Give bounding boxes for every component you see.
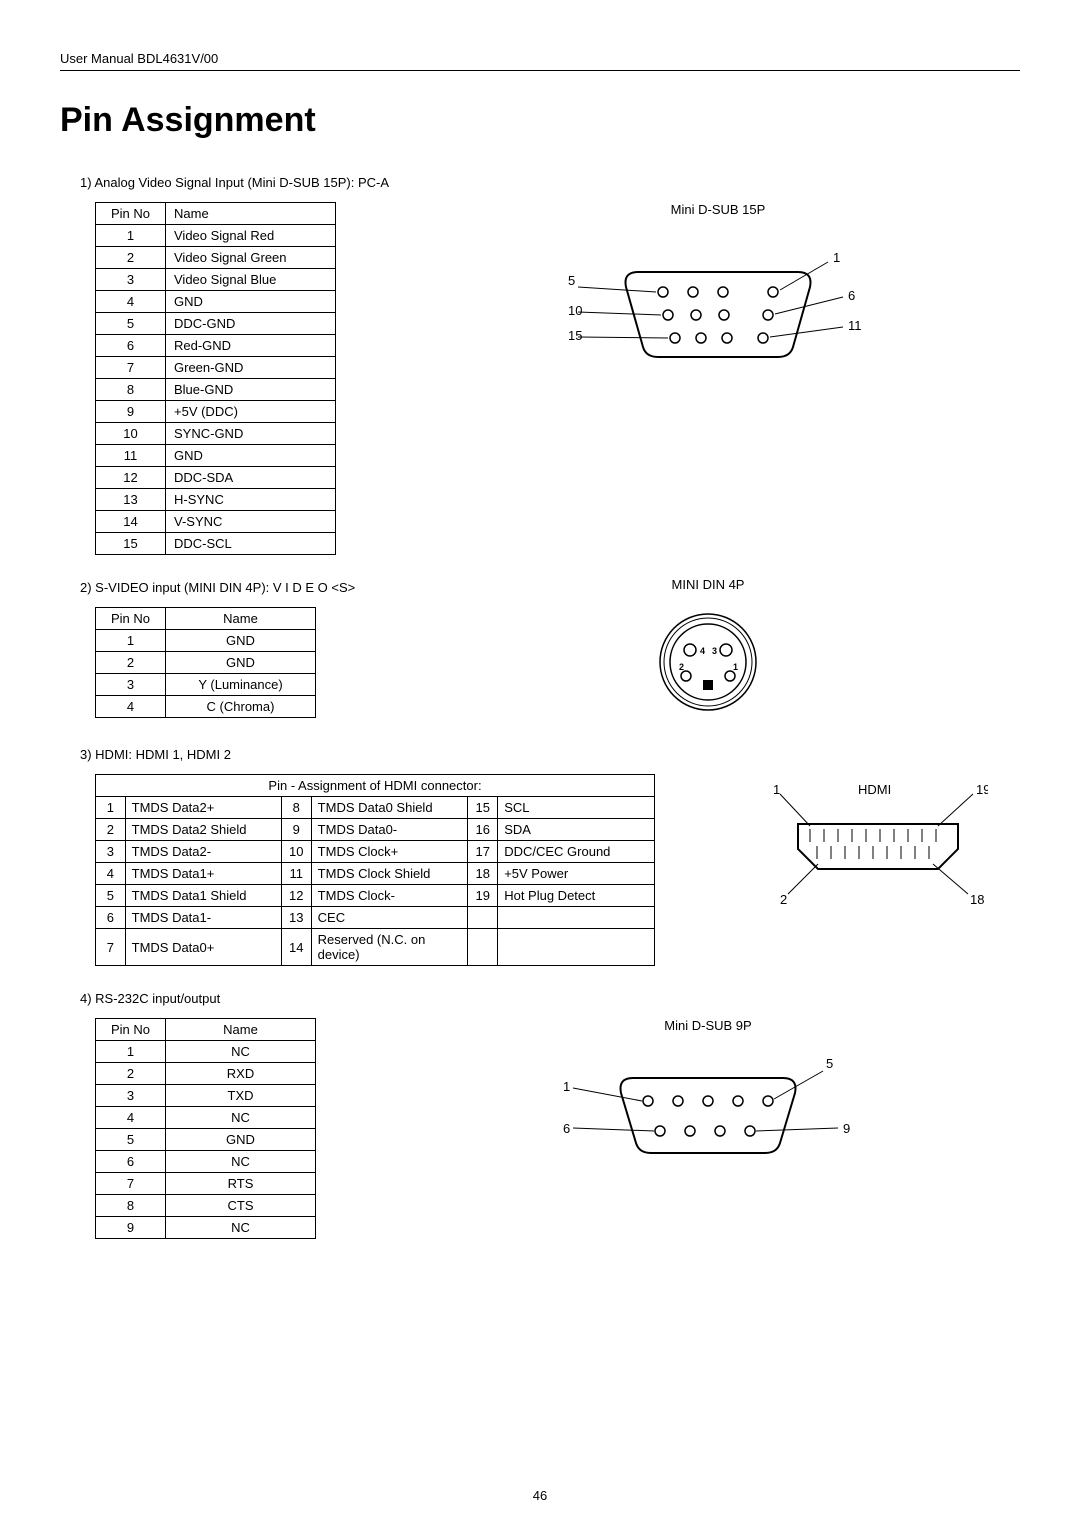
table-row: 12DDC-SDA	[96, 467, 336, 489]
svg-text:1: 1	[563, 1079, 570, 1094]
diagram-dsub15: Mini D-SUB 15P 5 10 15 1 6	[416, 202, 1020, 387]
th-name: Name	[166, 608, 316, 630]
table-row: 3Video Signal Blue	[96, 269, 336, 291]
table-row: 1TMDS Data2+8TMDS Data0 Shield15SCL	[96, 797, 655, 819]
header-text: User Manual BDL4631V/00	[60, 51, 218, 66]
table-svideo: Pin No Name 1GND2GND3Y (Luminance)4C (Ch…	[95, 607, 316, 718]
dsub9-icon: 1 6 5 9	[548, 1043, 868, 1183]
diagram-hdmi: HDMI 1 19 2 18	[735, 774, 1020, 914]
table-row: 11GND	[96, 445, 336, 467]
svg-text:1: 1	[733, 662, 738, 672]
section4-label: 4) RS-232C input/output	[80, 991, 1020, 1006]
table-row: 2GND	[96, 652, 316, 674]
table-row: 10SYNC-GND	[96, 423, 336, 445]
table-row: 2TMDS Data2 Shield9TMDS Data0-16SDA	[96, 819, 655, 841]
svg-text:1: 1	[773, 782, 780, 797]
table-row: 15DDC-SCL	[96, 533, 336, 555]
svg-text:3: 3	[712, 646, 717, 656]
section1-label: 1) Analog Video Signal Input (Mini D-SUB…	[80, 175, 1020, 190]
table-row: 4NC	[96, 1107, 316, 1129]
table-row: 3Y (Luminance)	[96, 674, 316, 696]
section3-label: 3) HDMI: HDMI 1, HDMI 2	[80, 747, 1020, 762]
svg-text:6: 6	[563, 1121, 570, 1136]
table-row: 7RTS	[96, 1173, 316, 1195]
table-row: 9+5V (DDC)	[96, 401, 336, 423]
table-row: 14V-SYNC	[96, 511, 336, 533]
diagram-label: MINI DIN 4P	[396, 577, 1020, 592]
table-row: 2RXD	[96, 1063, 316, 1085]
table-row: 8Blue-GND	[96, 379, 336, 401]
table-hdmi: 1TMDS Data2+8TMDS Data0 Shield15SCL2TMDS…	[95, 796, 655, 966]
table-row: 6TMDS Data1-13CEC	[96, 907, 655, 929]
th-pin: Pin No	[96, 203, 166, 225]
dsub15-icon: 5 10 15 1 6 11	[568, 227, 868, 387]
svg-text:9: 9	[843, 1121, 850, 1136]
th-pin: Pin No	[96, 608, 166, 630]
table-row: 1Video Signal Red	[96, 225, 336, 247]
svg-text:6: 6	[848, 288, 855, 303]
table-row: 5GND	[96, 1129, 316, 1151]
table-row: 5DDC-GND	[96, 313, 336, 335]
table-row: 6NC	[96, 1151, 316, 1173]
table-row: 3TMDS Data2-10TMDS Clock+17DDC/CEC Groun…	[96, 841, 655, 863]
svg-text:1: 1	[833, 250, 840, 265]
page-title: Pin Assignment	[60, 101, 1020, 140]
hdmi-icon: HDMI 1 19 2 18	[768, 774, 988, 914]
svg-text:15: 15	[568, 328, 582, 343]
svg-text:4: 4	[700, 646, 705, 656]
svg-text:2: 2	[679, 662, 684, 672]
svg-text:11: 11	[848, 318, 862, 333]
th-name: Name	[166, 1019, 316, 1041]
table-row: 1GND	[96, 630, 316, 652]
table-row: 2Video Signal Green	[96, 247, 336, 269]
table-dsub15: Pin No Name 1Video Signal Red2Video Sign…	[95, 202, 336, 555]
table-row: 4TMDS Data1+11TMDS Clock Shield18+5V Pow…	[96, 863, 655, 885]
diagram-label: Mini D-SUB 9P	[396, 1018, 1020, 1033]
svg-text:10: 10	[568, 303, 582, 318]
diagram-label: Mini D-SUB 15P	[416, 202, 1020, 217]
header-bar: User Manual BDL4631V/00	[60, 50, 1020, 71]
table-row: 3TXD	[96, 1085, 316, 1107]
table-row: 9NC	[96, 1217, 316, 1239]
svg-text:5: 5	[826, 1056, 833, 1071]
th-pin: Pin No	[96, 1019, 166, 1041]
svg-text:HDMI: HDMI	[858, 782, 891, 797]
diagram-minidin4: MINI DIN 4P 4 3 2 1	[396, 577, 1020, 722]
table-row: 7TMDS Data0+14Reserved (N.C. on device)	[96, 929, 655, 966]
svg-text:18: 18	[970, 892, 984, 907]
table-row: 13H-SYNC	[96, 489, 336, 511]
svg-text:2: 2	[780, 892, 787, 907]
table-row: 1NC	[96, 1041, 316, 1063]
table-row: 4C (Chroma)	[96, 696, 316, 718]
table-row: 7Green-GND	[96, 357, 336, 379]
svg-text:19: 19	[976, 782, 988, 797]
table-rs232: Pin No Name 1NC2RXD3TXD4NC5GND6NC7RTS8CT…	[95, 1018, 316, 1239]
table-row: 6Red-GND	[96, 335, 336, 357]
page-number: 46	[0, 1488, 1080, 1503]
table-row: 5TMDS Data1 Shield12TMDS Clock-19Hot Plu…	[96, 885, 655, 907]
svg-text:5: 5	[568, 273, 575, 288]
th-name: Name	[166, 203, 336, 225]
diagram-dsub9: Mini D-SUB 9P 1 6 5 9	[396, 1018, 1020, 1183]
table-row: 4GND	[96, 291, 336, 313]
table-row: 8CTS	[96, 1195, 316, 1217]
hdmi-caption: Pin - Assignment of HDMI connector:	[95, 774, 655, 796]
minidin4-icon: 4 3 2 1	[648, 602, 768, 722]
